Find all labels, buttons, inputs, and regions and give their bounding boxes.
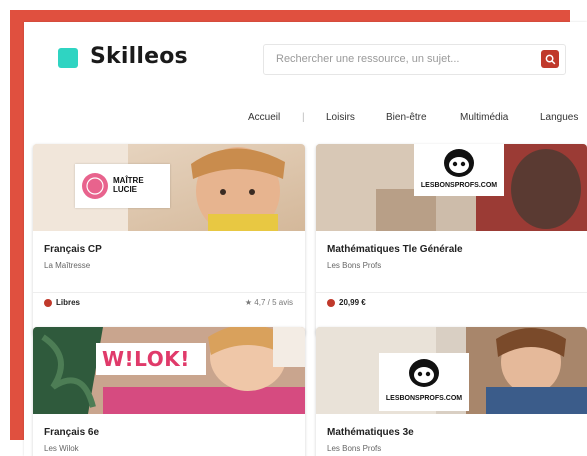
search-button[interactable] bbox=[541, 50, 559, 68]
course-card[interactable]: MAÎTRE LUCIE Français CP La Maîtresse Li… bbox=[33, 144, 305, 336]
partner-logo-text: MAÎTRE LUCIE bbox=[113, 176, 144, 194]
partner-logo: LESBONSPROFS.COM bbox=[414, 144, 504, 196]
partner-logo: LESBONSPROFS.COM bbox=[379, 353, 469, 411]
course-author: Les Bons Profs bbox=[327, 261, 382, 270]
course-price: 20,99 € bbox=[327, 298, 366, 307]
price-dot-icon bbox=[44, 298, 52, 307]
nav-item-langues[interactable]: Langues bbox=[540, 112, 578, 123]
brand-name[interactable]: Skilleos bbox=[90, 44, 188, 69]
partner-logo: MAÎTRE LUCIE bbox=[75, 164, 170, 208]
brand-logo-icon[interactable] bbox=[58, 48, 78, 68]
course-thumbnail: LESBONSPROFS.COM bbox=[316, 144, 587, 231]
course-author: Les Bons Profs bbox=[327, 444, 382, 453]
price-dot-icon bbox=[327, 298, 335, 307]
course-author: La Maîtresse bbox=[44, 261, 91, 270]
teacher-owl-icon bbox=[409, 359, 439, 387]
search-icon bbox=[545, 54, 555, 64]
nav-item-multimedia[interactable]: Multimédia bbox=[460, 112, 508, 123]
course-title[interactable]: Mathématiques 3e bbox=[327, 427, 414, 438]
course-price-label: Libres bbox=[56, 298, 81, 307]
course-card[interactable]: LESBONSPROFS.COM Mathématiques 3e Les Bo… bbox=[316, 327, 587, 456]
card-divider bbox=[316, 292, 587, 293]
course-card[interactable]: LESBONSPROFS.COM Mathématiques Tle Génér… bbox=[316, 144, 587, 336]
teacher-owl-icon bbox=[444, 149, 474, 177]
app-window: Skilleos Accueil | Loisirs Bien-être Mul… bbox=[24, 22, 587, 456]
nav-separator: | bbox=[302, 112, 305, 123]
category-nav: Accueil | Loisirs Bien-être Multimédia L… bbox=[24, 112, 587, 132]
course-title[interactable]: Français CP bbox=[44, 244, 102, 255]
course-author: Les Wilok bbox=[44, 444, 79, 453]
partner-logo-text: LESBONSPROFS.COM bbox=[420, 182, 498, 189]
course-title[interactable]: Mathématiques Tle Générale bbox=[327, 244, 463, 255]
nav-item-accueil[interactable]: Accueil bbox=[248, 112, 280, 123]
stamp-badge-icon bbox=[82, 173, 108, 199]
course-card[interactable]: W!LOK! Français 6e Les Wilok bbox=[33, 327, 305, 456]
course-price: Libres bbox=[44, 298, 80, 307]
partner-logo-text: W!LOK! bbox=[102, 347, 190, 371]
nav-item-bien-etre[interactable]: Bien-être bbox=[386, 112, 427, 123]
partner-logo: W!LOK! bbox=[96, 343, 206, 375]
card-divider bbox=[33, 292, 305, 293]
partner-logo-text: LESBONSPROFS.COM bbox=[385, 395, 463, 402]
course-thumbnail: MAÎTRE LUCIE bbox=[33, 144, 305, 231]
search-bar[interactable] bbox=[263, 44, 566, 75]
header: Skilleos bbox=[24, 22, 587, 100]
search-input[interactable] bbox=[274, 52, 528, 66]
course-thumbnail: LESBONSPROFS.COM bbox=[316, 327, 587, 414]
course-rating: ★ 4,7 / 5 avis bbox=[244, 298, 293, 307]
course-title[interactable]: Français 6e bbox=[44, 427, 99, 438]
course-price-label: 20,99 € bbox=[339, 298, 366, 307]
nav-item-loisirs[interactable]: Loisirs bbox=[326, 112, 355, 123]
course-thumbnail: W!LOK! bbox=[33, 327, 305, 414]
